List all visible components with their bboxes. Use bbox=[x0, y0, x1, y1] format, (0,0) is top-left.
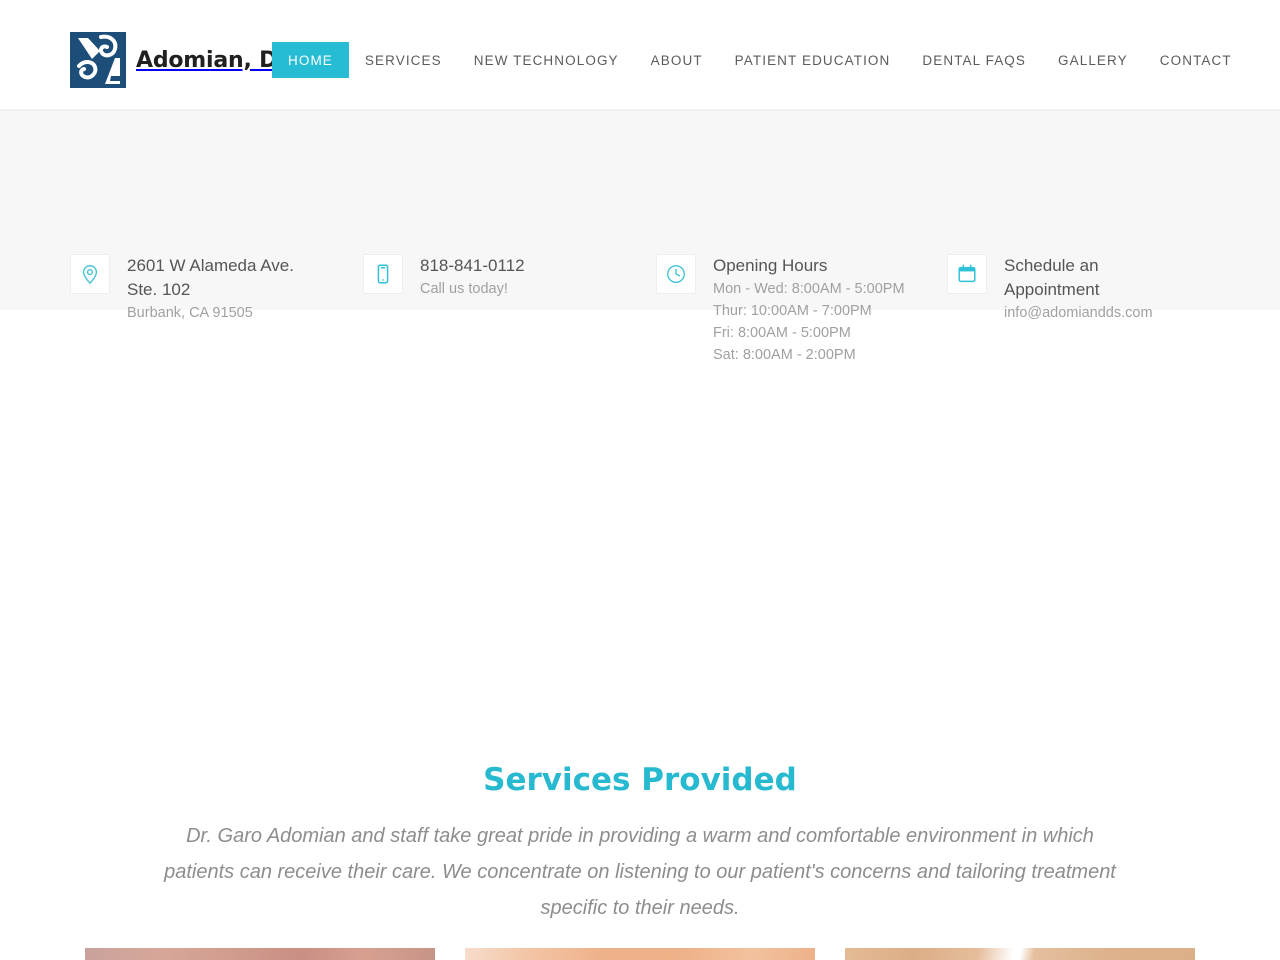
main-navigation: HOME SERVICES NEW TECHNOLOGY ABOUT PATIE… bbox=[272, 42, 1248, 78]
hours-line-1: Mon - Wed: 8:00AM - 5:00PM bbox=[713, 281, 905, 297]
site-header: Adomian, DDS HOME SERVICES NEW TECHNOLOG… bbox=[0, 0, 1280, 110]
service-card-2-image bbox=[465, 948, 815, 960]
calendar-icon bbox=[947, 254, 987, 294]
service-card-2[interactable] bbox=[465, 948, 815, 960]
appointment-title-line-1: Schedule an bbox=[1004, 256, 1099, 275]
nav-item-dental-faqs[interactable]: DENTAL FAQS bbox=[906, 42, 1042, 78]
clock-icon bbox=[656, 254, 696, 294]
services-intro-text: Dr. Garo Adomian and staff take great pr… bbox=[164, 825, 1116, 919]
service-card-3[interactable] bbox=[845, 948, 1195, 960]
service-card-3-image bbox=[845, 948, 1195, 960]
service-cards-row bbox=[0, 948, 1280, 960]
mobile-phone-icon bbox=[363, 254, 403, 294]
address-line-1: 2601 W Alameda Ave. bbox=[127, 256, 294, 275]
map-pin-icon bbox=[70, 254, 110, 294]
page-title: Services Provided bbox=[483, 762, 797, 798]
phone-caption: Call us today! bbox=[420, 281, 508, 297]
services-section: Services Provided Dr. Garo Adomian and s… bbox=[0, 310, 1280, 926]
hours-title: Opening Hours bbox=[713, 256, 828, 275]
info-block-phone[interactable]: 818-841-0112 Call us today! bbox=[363, 253, 643, 300]
nav-item-about[interactable]: ABOUT bbox=[635, 42, 719, 78]
appointment-email[interactable]: info@adomiandds.com bbox=[1004, 302, 1153, 324]
appointment-title-line-2: Appointment bbox=[1004, 280, 1100, 299]
info-block-address[interactable]: 2601 W Alameda Ave. Ste. 102 Burbank, CA… bbox=[70, 253, 350, 324]
nav-item-new-technology[interactable]: NEW TECHNOLOGY bbox=[458, 42, 635, 78]
nav-item-home[interactable]: HOME bbox=[272, 42, 349, 78]
service-card-1-image bbox=[85, 948, 435, 960]
hours-line-2: Thur: 10:00AM - 7:00PM bbox=[713, 303, 872, 319]
info-block-appointment[interactable]: Schedule an Appointment info@adomiandds.… bbox=[947, 253, 1227, 324]
nav-item-patient-education[interactable]: PATIENT EDUCATION bbox=[719, 42, 907, 78]
info-block-hours: Opening Hours Mon - Wed: 8:00AM - 5:00PM… bbox=[656, 253, 941, 366]
address-line-2: Ste. 102 bbox=[127, 280, 191, 299]
hours-line-4: Sat: 8:00AM - 2:00PM bbox=[713, 347, 856, 363]
nav-item-services[interactable]: SERVICES bbox=[349, 42, 458, 78]
dental-monogram-logo-icon bbox=[70, 32, 126, 88]
hours-line-3: Fri: 8:00AM - 5:00PM bbox=[713, 325, 851, 341]
contact-info-bar: 2601 W Alameda Ave. Ste. 102 Burbank, CA… bbox=[0, 110, 1280, 363]
nav-item-gallery[interactable]: GALLERY bbox=[1042, 42, 1144, 78]
service-card-1[interactable] bbox=[85, 948, 435, 960]
address-line-3: Burbank, CA 91505 bbox=[127, 305, 253, 321]
phone-number: 818-841-0112 bbox=[420, 256, 525, 275]
nav-item-contact[interactable]: CONTACT bbox=[1144, 42, 1248, 78]
